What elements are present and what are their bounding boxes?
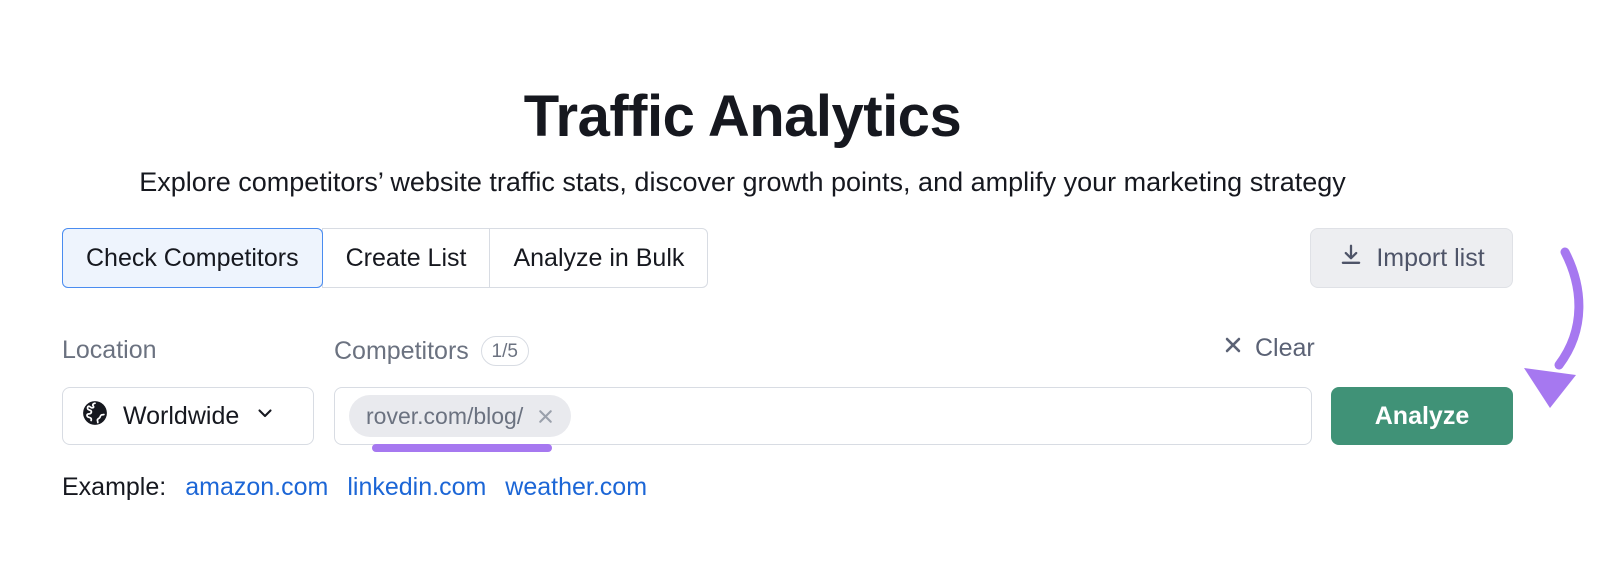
location-label: Location <box>62 336 157 364</box>
competitors-label-group: Competitors 1/5 <box>334 336 529 366</box>
tab-label: Analyze in Bulk <box>513 243 685 272</box>
close-x-icon[interactable] <box>535 406 556 427</box>
annotation-underline <box>372 444 552 452</box>
close-x-icon <box>1222 334 1244 363</box>
competitor-chip[interactable]: rover.com/blog/ <box>349 395 572 437</box>
globe-icon <box>81 399 109 434</box>
mode-tab-group: Check Competitors Create List Analyze in… <box>62 228 709 288</box>
clear-label: Clear <box>1255 334 1315 362</box>
competitors-label: Competitors <box>334 336 469 365</box>
location-select[interactable]: Worldwide <box>62 387 314 445</box>
competitor-chip-label: rover.com/blog/ <box>366 402 524 429</box>
tab-create-list[interactable]: Create List <box>321 228 490 288</box>
page-subtitle: Explore competitors’ website traffic sta… <box>139 167 1346 197</box>
tab-analyze-in-bulk[interactable]: Analyze in Bulk <box>489 228 709 288</box>
location-value: Worldwide <box>123 401 240 430</box>
chevron-down-icon <box>253 401 277 432</box>
tab-check-competitors[interactable]: Check Competitors <box>62 228 323 288</box>
analyze-button[interactable]: Analyze <box>1331 387 1513 445</box>
tab-label: Create List <box>345 243 467 272</box>
competitors-count-badge: 1/5 <box>480 336 529 366</box>
example-link-amazon[interactable]: amazon.com <box>185 473 328 502</box>
tab-label: Check Competitors <box>86 243 299 272</box>
traffic-analytics-page: Traffic Analytics Explore competitors’ w… <box>0 0 1600 565</box>
clear-button[interactable]: Clear <box>1222 334 1315 363</box>
example-link-linkedin[interactable]: linkedin.com <box>347 473 486 502</box>
page-title: Traffic Analytics <box>523 83 962 149</box>
example-link-weather[interactable]: weather.com <box>505 473 647 502</box>
download-icon <box>1338 242 1364 275</box>
examples-label: Example: <box>62 473 167 501</box>
import-list-label: Import list <box>1376 243 1485 272</box>
import-list-button[interactable]: Import list <box>1310 228 1513 288</box>
competitors-input[interactable]: rover.com/blog/ <box>334 387 1312 445</box>
examples-row: Example: amazon.com linkedin.com weather… <box>62 473 647 502</box>
